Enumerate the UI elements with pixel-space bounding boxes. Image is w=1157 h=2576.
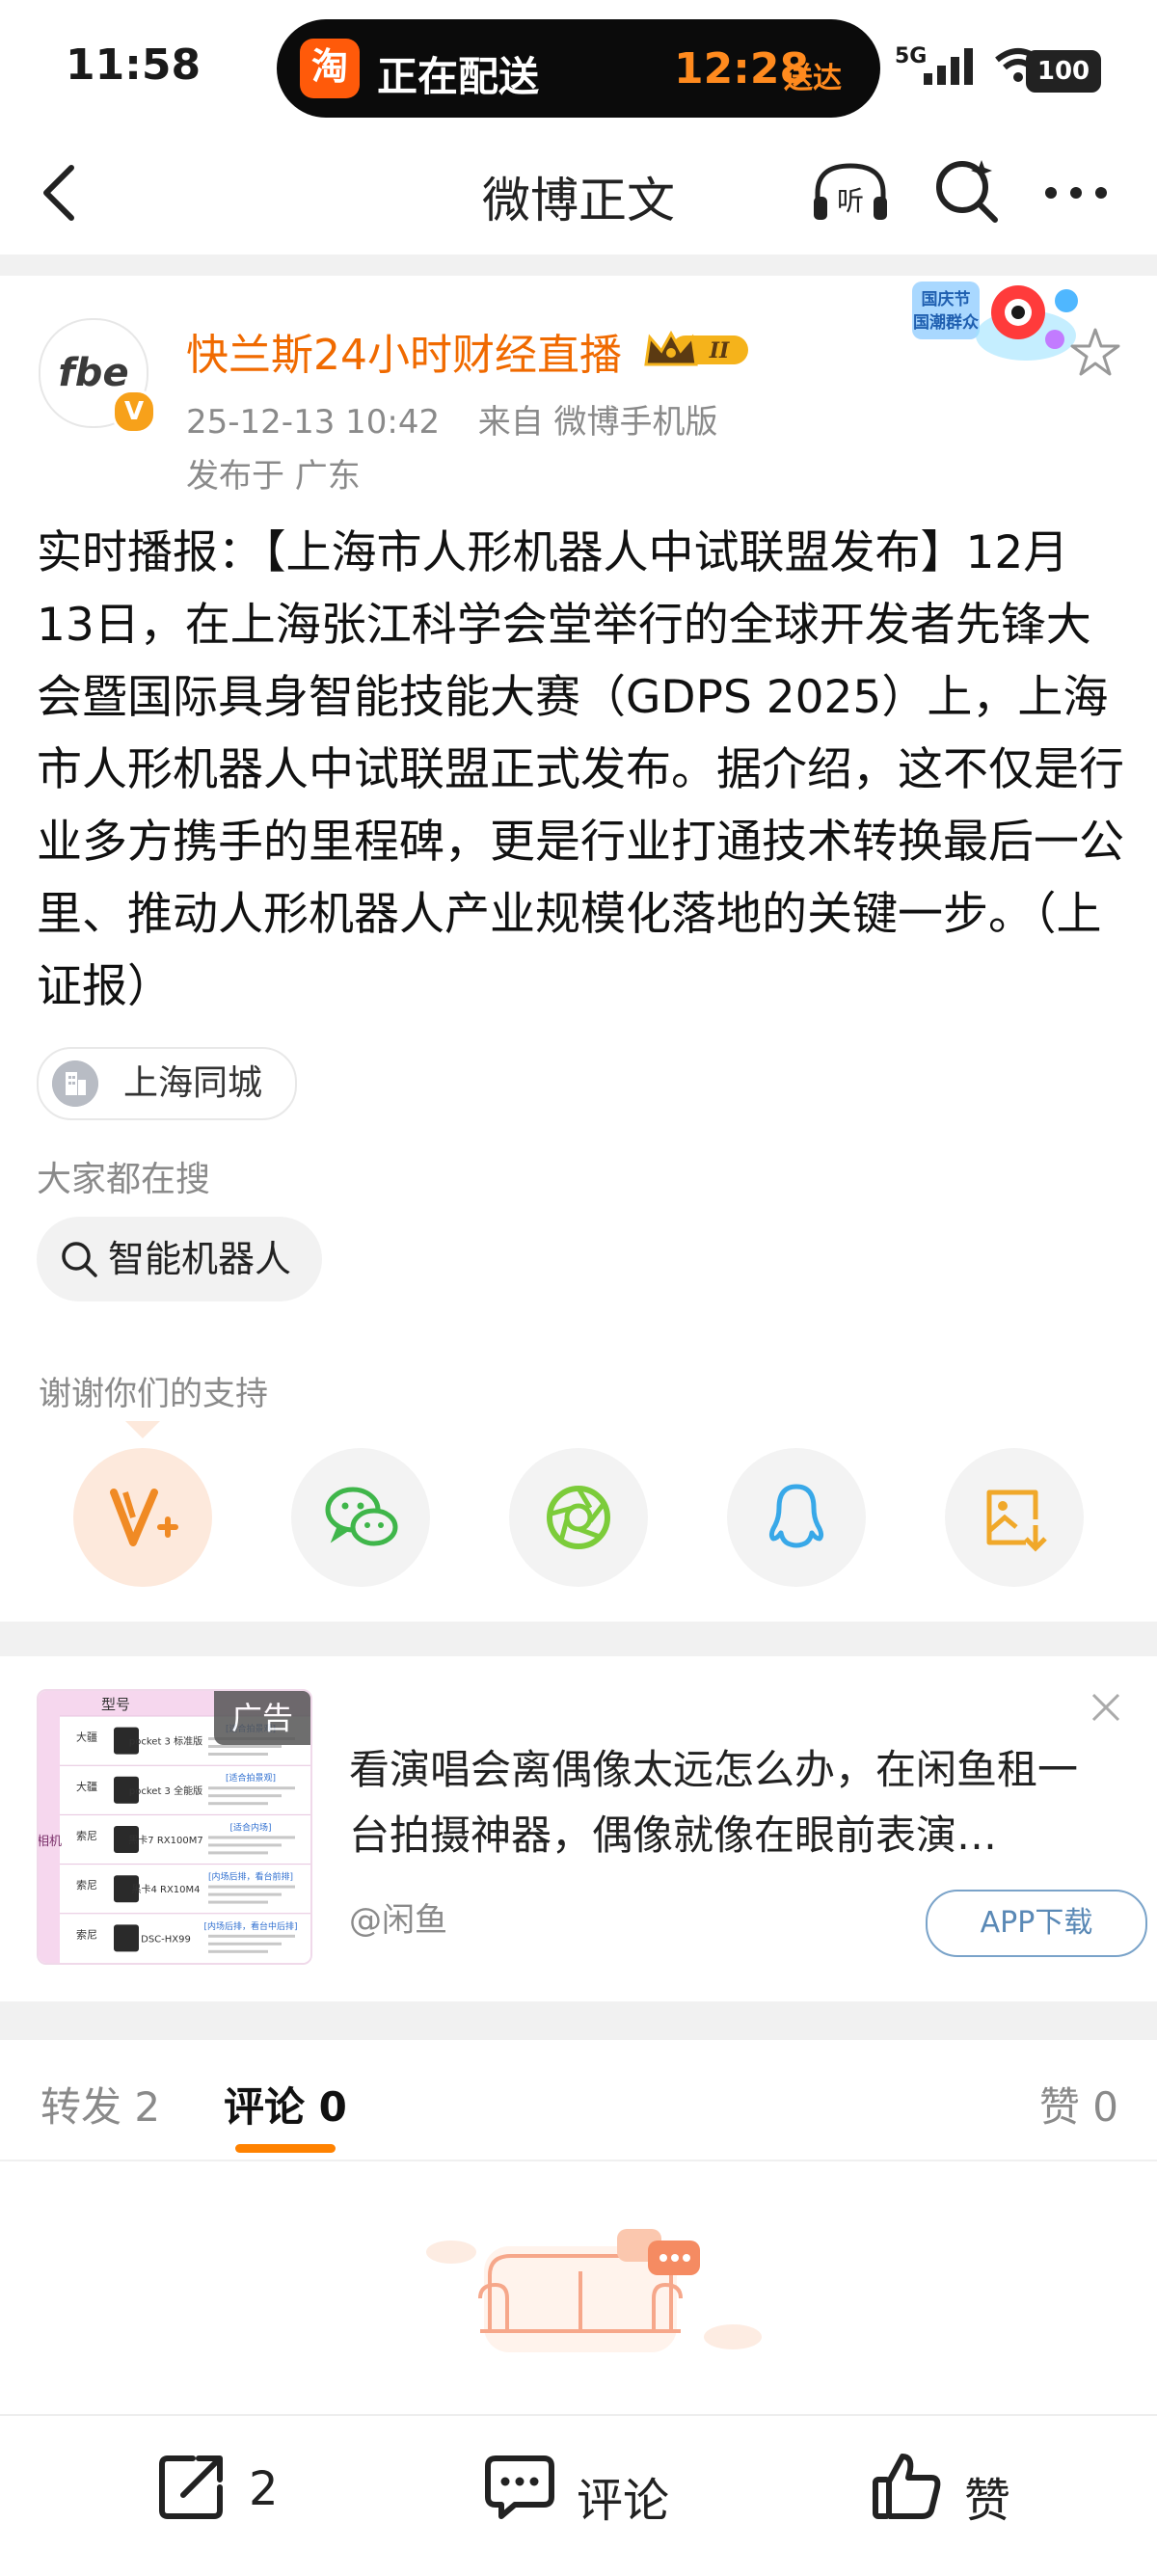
post-meta: 25-12-13 10:42 来自 微博手机版 xyxy=(186,395,718,443)
thumb-row-model: pocket 3 全能版 xyxy=(129,1784,202,1797)
thumb-camera-icon xyxy=(114,1924,139,1952)
share-wechat-button[interactable] xyxy=(291,1448,430,1587)
thumb-row-text-line xyxy=(208,1942,282,1945)
crown-level-text: II xyxy=(709,338,730,363)
thumb-row-text-line xyxy=(208,1885,295,1889)
battery-indicator: 100 xyxy=(1026,50,1101,93)
ad-source: @闲鱼 xyxy=(349,1901,447,1940)
thumb-row-text-line xyxy=(208,1949,268,1953)
thumb-row-text-line xyxy=(208,1892,282,1896)
building-icon xyxy=(52,1060,98,1107)
thumb-row-model: pocket 3 标准版 xyxy=(129,1735,202,1748)
thumb-row-text-line xyxy=(208,1836,295,1839)
comment-label[interactable]: 评论 xyxy=(577,2462,669,2530)
thumb-header: 型号 xyxy=(101,1696,130,1713)
thumb-row-brand: 大疆 xyxy=(76,1780,97,1793)
tab-comments[interactable]: 评论 0 xyxy=(224,2075,347,2133)
thumb-row-brand: 索尼 xyxy=(76,1927,97,1941)
thumb-row-text-line xyxy=(208,1900,268,1904)
post-timestamp: 25-12-13 10:42 xyxy=(186,403,441,442)
thumb-row-brand: 索尼 xyxy=(76,1878,97,1892)
listen-headphones-icon[interactable]: 听 xyxy=(810,160,891,224)
status-bar: 11:58 淘 正在配送 12:28 送达 5G 100 xyxy=(0,0,1157,135)
post-source: 来自 微博手机版 xyxy=(477,403,718,442)
moments-icon xyxy=(547,1486,610,1549)
share-vplus-button[interactable] xyxy=(73,1448,212,1587)
thumb-row-text-line xyxy=(208,1794,282,1798)
location-tag[interactable]: 上海同城 xyxy=(37,1047,298,1120)
thumb-row-text-line xyxy=(208,1934,295,1938)
ad-badge: 广告 xyxy=(214,1691,310,1745)
section-divider xyxy=(0,1622,1157,1656)
thumb-row-tag: [适合内场] xyxy=(229,1821,271,1833)
save-image-icon xyxy=(986,1489,1047,1552)
empty-comments-sofa-icon xyxy=(426,2229,762,2352)
status-time: 11:58 xyxy=(66,40,202,90)
member-crown-badge-icon[interactable]: II xyxy=(642,328,754,372)
signal-icon xyxy=(924,48,973,85)
more-options-icon[interactable] xyxy=(1041,164,1111,222)
thumb-row-tag: [适合拍景观] xyxy=(226,1772,276,1784)
tab-likes[interactable]: 赞 0 xyxy=(1039,2075,1118,2133)
ad-text[interactable]: 看演唱会离偶像太远怎么办，在闲鱼租一台拍摄神器，偶像就像在眼前表演… xyxy=(349,1737,1111,1868)
search-icon[interactable] xyxy=(931,154,1003,226)
close-icon[interactable] xyxy=(1086,1687,1126,1728)
app-download-button[interactable]: APP下载 xyxy=(926,1890,1147,1957)
share-moments-button[interactable] xyxy=(509,1448,648,1587)
comment-icon[interactable] xyxy=(482,2449,557,2524)
thumb-row-brand: 大疆 xyxy=(76,1731,97,1744)
save-image-button[interactable] xyxy=(945,1448,1084,1587)
thumb-row-model: DSC-HX99 xyxy=(141,1934,191,1945)
svg-text:国庆节: 国庆节 xyxy=(922,289,971,309)
svg-text:国潮群众: 国潮群众 xyxy=(913,312,980,333)
thumb-row-text-line xyxy=(208,1786,295,1790)
thumb-side-label: 相机 xyxy=(39,1835,62,1849)
festival-sticker-icon: 国庆节 国潮群众 xyxy=(912,282,1078,361)
verified-badge-icon: V xyxy=(112,389,156,434)
thumb-row-text-line xyxy=(208,1745,282,1748)
listen-label: 听 xyxy=(837,185,864,217)
trending-search-chip-label: 智能机器人 xyxy=(108,1238,292,1280)
tabs-divider xyxy=(0,2160,1157,2161)
search-icon xyxy=(62,1242,97,1277)
like-thumbs-up-icon[interactable] xyxy=(870,2449,945,2524)
support-thanks-label: 谢谢你们的支持 xyxy=(39,1375,268,1413)
section-divider xyxy=(0,2001,1157,2040)
tooltip-pointer xyxy=(125,1421,160,1438)
section-divider xyxy=(0,255,1157,276)
thumb-row-tag: [内场后排，看台中后排] xyxy=(203,1920,297,1932)
trending-search-label: 大家都在搜 xyxy=(37,1160,211,1199)
post-location: 发布于 广东 xyxy=(186,457,361,496)
trending-search-chip[interactable]: 智能机器人 xyxy=(37,1217,323,1301)
thumb-row-text-line xyxy=(208,1802,268,1806)
repost-count[interactable]: 2 xyxy=(249,2462,279,2516)
delivery-eta-label: 送达 xyxy=(784,62,842,95)
thumb-row-text-line xyxy=(208,1753,268,1756)
vplus-icon xyxy=(110,1489,178,1546)
thumb-row-text-line xyxy=(208,1843,282,1847)
thumb-row-model: 黑卡7 RX100M7 xyxy=(128,1834,202,1846)
thumb-row-tag: [内场后排，看台前排] xyxy=(208,1871,293,1883)
wechat-icon xyxy=(325,1487,398,1546)
thumb-row-text-line xyxy=(208,1851,268,1855)
ad-thumbnail[interactable]: 型号 相机 大疆 pocket 3 标准版 [适合拍景观] 大疆 pocket 3 全能… xyxy=(37,1689,312,1965)
tab-repost[interactable]: 转发 2 xyxy=(40,2075,160,2133)
thumb-row-brand: 索尼 xyxy=(76,1829,97,1842)
active-tab-indicator xyxy=(235,2144,336,2153)
like-label[interactable]: 赞 xyxy=(964,2462,1010,2530)
repost-icon[interactable] xyxy=(154,2449,229,2524)
location-tag-label: 上海同城 xyxy=(123,1063,263,1103)
taobao-logo-icon: 淘 xyxy=(300,39,360,98)
favorite-star-icon[interactable] xyxy=(1068,326,1122,380)
delivery-status-text: 正在配送 xyxy=(377,53,540,100)
author-name[interactable]: 快兰斯24小时财经直播 xyxy=(186,320,622,382)
thumb-row-model: 黑卡4 RX10M4 xyxy=(131,1883,200,1895)
live-activity-pill[interactable]: 淘 正在配送 12:28 送达 xyxy=(277,19,880,118)
qq-icon xyxy=(768,1484,824,1548)
share-qq-button[interactable] xyxy=(727,1448,866,1587)
post-body-text: 实时播报：【上海市人形机器人中试联盟发布】12月13日，在上海张江科学会堂举行的… xyxy=(37,526,1124,1013)
